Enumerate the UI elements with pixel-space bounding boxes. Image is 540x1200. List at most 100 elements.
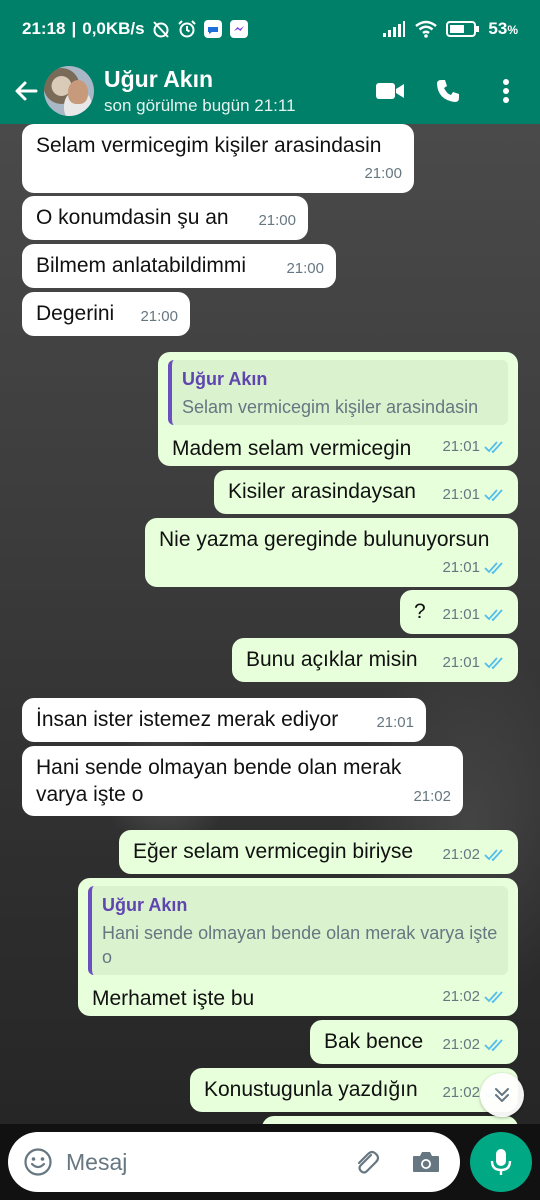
status-bar: 21:18 | 0,0KB/s 53% [22, 19, 518, 39]
video-call-button[interactable] [368, 69, 412, 113]
message-bubble-reply[interactable]: Uğur Akın Selam vermicegim kişiler arasi… [158, 352, 518, 466]
chat-app-icon [203, 19, 223, 39]
contact-name: Uğur Akın [104, 66, 214, 92]
read-ticks-icon [484, 656, 506, 670]
video-call-icon [376, 83, 404, 99]
more-vert-icon [503, 79, 509, 103]
read-ticks-icon [484, 990, 506, 1004]
message-time: 21:02 [413, 788, 451, 805]
message-time: 21:02 [442, 846, 480, 863]
mic-icon [490, 1149, 512, 1175]
chat-area[interactable]: Selam vermicegim kişiler arasindasin 21:… [0, 124, 540, 1124]
message-bubble[interactable]: Konustugunla yazdığın 21:02 [190, 1068, 518, 1112]
message-bubble[interactable]: Eğer selam vermicegin biriyse 21:02 [119, 830, 518, 874]
message-bubble[interactable]: Nie yazma gereginde bulunuyorsun 21:01 [145, 518, 518, 587]
message-text: Merhamet işte bu [92, 987, 255, 1010]
arrow-left-icon [15, 81, 38, 101]
message-bubble[interactable]: Bilmem anlatabildimmi 21:00 [22, 244, 336, 288]
message-time: 21:01 [376, 714, 414, 731]
messenger-icon [229, 19, 249, 39]
battery-level: 53 [488, 19, 508, 38]
read-ticks-icon [484, 608, 506, 622]
quoted-message[interactable]: Uğur Akın Hani sende olmayan bende olan … [88, 886, 508, 975]
emoji-icon [24, 1148, 52, 1176]
voice-record-button[interactable] [470, 1132, 532, 1192]
message-time: 21:02 [442, 988, 480, 1005]
quote-text: Hani sende olmayan bende olan merak vary… [102, 923, 498, 967]
message-bubble[interactable]: Selam vermicegim kişiler arasindasin 21:… [22, 124, 414, 193]
double-chevron-down-icon [495, 1088, 509, 1102]
app-bar: Uğur Akın son görülme bugün 21:11 [0, 58, 540, 124]
message-text: Hani sende olmayan bende olan merak vary… [36, 756, 402, 806]
message-text: Kisiler arasindaysan [228, 480, 416, 503]
signal-icon [382, 20, 406, 38]
message-time: 21:00 [140, 308, 178, 325]
message-bubble[interactable]: Degerini 21:00 [22, 292, 190, 336]
message-text: İnsan ister istemez merak ediyor [36, 708, 339, 731]
message-text: Eğer selam vermicegin biriyse [133, 840, 414, 863]
camera-icon [413, 1152, 439, 1172]
contact-info[interactable]: Uğur Akın son görülme bugün 21:11 [104, 66, 296, 116]
more-options-button[interactable] [484, 69, 528, 113]
message-text: Bilmem anlatabildimmi [36, 254, 247, 277]
phone-icon [437, 80, 459, 102]
message-time: 21:02 [442, 1036, 480, 1053]
attach-button[interactable] [346, 1142, 386, 1182]
message-text: Madem selam vermicegin [172, 437, 412, 460]
status-time: 21:18 [22, 19, 66, 38]
message-bubble-reply[interactable]: Uğur Akın Hani sende olmayan bende olan … [78, 878, 518, 1016]
message-time: 21:01 [442, 486, 480, 503]
message-bubble[interactable]: Hani sende olmayan bende olan merak vary… [22, 746, 463, 816]
message-bubble[interactable]: ? 21:01 [400, 590, 518, 634]
message-bubble[interactable]: Bunu açıklar misin 21:01 [232, 638, 518, 682]
message-text: O konumdasin şu an [36, 206, 229, 229]
alarm-off-icon [151, 19, 171, 39]
battery-icon [446, 20, 480, 38]
back-button[interactable] [4, 69, 48, 113]
message-bubble[interactable]: Kisiler arasindaysan 21:01 [214, 470, 518, 514]
message-text: Degerini [36, 302, 115, 325]
quoted-message[interactable]: Uğur Akın Selam vermicegim kişiler arasi… [168, 360, 508, 425]
message-time: 21:00 [286, 260, 324, 277]
wifi-icon [414, 19, 438, 39]
quote-author: Uğur Akın [102, 895, 188, 915]
message-time: 21:01 [442, 606, 480, 623]
read-ticks-icon [484, 1038, 506, 1052]
message-bubble[interactable]: Bak bence 21:02 [310, 1020, 518, 1064]
message-bubble[interactable]: İnsan ister istemez merak ediyor 21:01 [22, 698, 426, 742]
emoji-button[interactable] [18, 1142, 58, 1182]
message-text: Konustugunla yazdığın [204, 1078, 418, 1101]
message-text: Selam vermicegim kişiler arasindasin [36, 134, 382, 157]
read-ticks-icon [484, 561, 506, 575]
paperclip-icon [357, 1150, 380, 1174]
read-ticks-icon [484, 848, 506, 862]
network-speed: 0,0KB/s [82, 19, 145, 38]
alarm-icon [177, 19, 197, 39]
last-seen: son görülme bugün 21:11 [104, 96, 296, 115]
message-input-box[interactable]: Mesaj [8, 1132, 460, 1192]
quote-text: Selam vermicegim kişiler arasindasin [182, 397, 479, 417]
quote-author: Uğur Akın [182, 369, 268, 389]
message-bubble-partial[interactable] [262, 1116, 518, 1124]
scroll-to-bottom-button[interactable] [480, 1073, 524, 1117]
read-ticks-icon [484, 488, 506, 502]
message-time: 21:02 [442, 1084, 480, 1101]
read-ticks-icon [484, 440, 506, 454]
message-time: 21:00 [258, 212, 296, 229]
message-time: 21:01 [442, 559, 480, 576]
voice-call-button[interactable] [426, 69, 470, 113]
message-time: 21:01 [442, 438, 480, 455]
message-bubble[interactable]: O konumdasin şu an 21:00 [22, 196, 308, 240]
message-text: ? [414, 600, 426, 623]
message-time: 21:00 [364, 165, 402, 182]
battery-unit: % [507, 23, 518, 37]
composer-bar: Mesaj [0, 1124, 540, 1200]
message-time: 21:01 [442, 654, 480, 671]
message-text: Nie yazma gereginde bulunuyorsun [159, 528, 490, 551]
chat-header: 21:18 | 0,0KB/s 53% Uğur Akın son görülm… [0, 0, 540, 124]
message-input[interactable]: Mesaj [66, 1149, 127, 1176]
avatar[interactable] [44, 66, 94, 116]
message-text: Bak bence [324, 1030, 424, 1053]
message-text: Bunu açıklar misin [246, 648, 418, 671]
camera-button[interactable] [406, 1142, 446, 1182]
